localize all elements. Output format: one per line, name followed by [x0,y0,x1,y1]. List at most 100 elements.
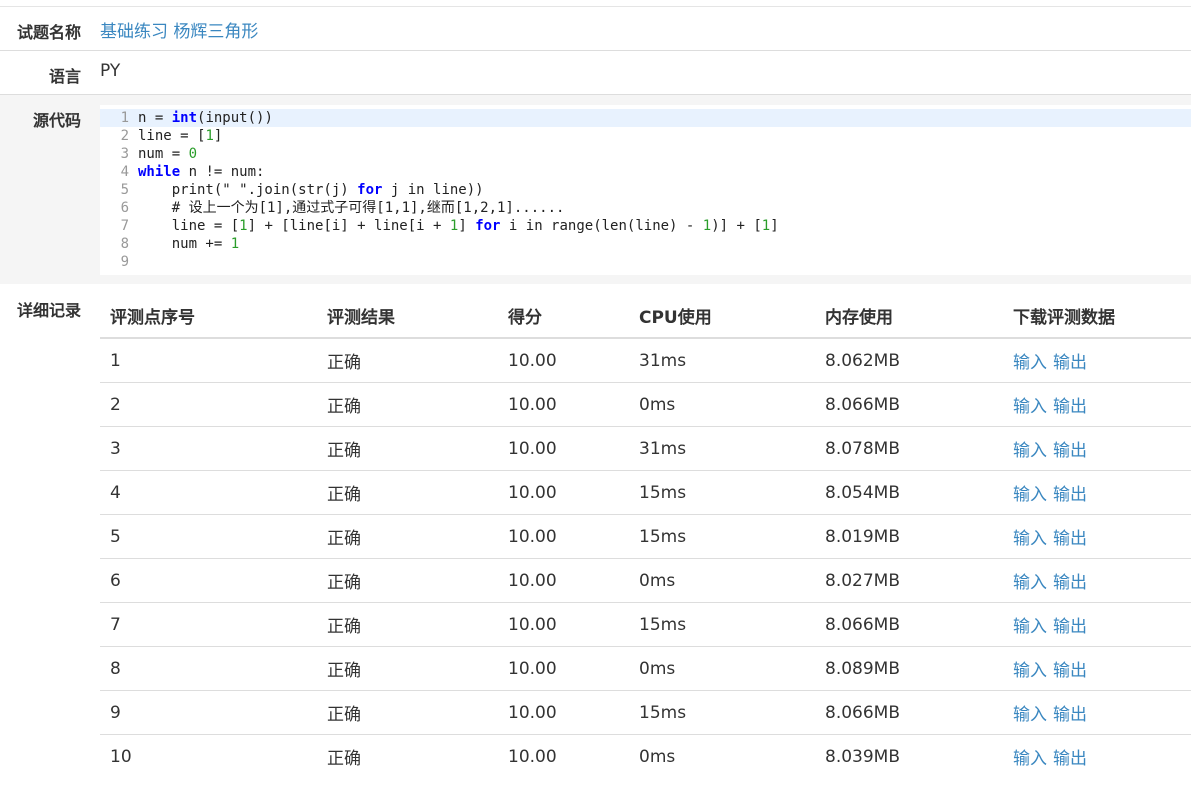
download-cell: 输入 输出 [1003,382,1191,427]
table-row: 7 正确 10.00 15ms 8.066MB 输入 输出 [100,602,1191,647]
download-cell: 输入 输出 [1003,514,1191,559]
code-text: num = 0 [138,145,197,163]
case-number-cell: 3 [100,426,317,471]
code-line: 3 num = 0 [100,145,1191,163]
result-cell: 正确 [317,338,498,383]
result-cell: 正确 [327,749,361,769]
language-row: 语言 PY [0,51,1191,94]
code-text: line = [1] + [line[i] + line[i + 1] for … [138,217,779,235]
download-output-link[interactable]: 输出 [1053,749,1087,769]
code-line: 4 while n != num: [100,163,1191,181]
download-cell: 输入 输出 [1003,646,1191,691]
download-cell: 输入 输出 [1003,602,1191,647]
code-token: )] + [ [711,218,762,234]
code-line: 6 # 设上一个为[1],通过式子可得[1,1],继而[1,2,1]...... [100,199,1191,217]
table-row: 5 正确 10.00 15ms 8.019MB 输入 输出 [100,514,1191,559]
result-cell: 正确 [317,646,498,691]
result-cell: 正确 [317,690,498,735]
memory-cell: 8.066MB [815,690,1003,735]
header-memory: 内存使用 [815,294,1003,339]
case-number-cell: 7 [100,602,317,647]
code-token: ] [770,218,779,234]
download-input-link[interactable]: 输入 [1013,705,1047,725]
table-row: 4 正确 10.00 15ms 8.054MB 输入 输出 [100,470,1191,515]
table-header-row: 评测点序号 评测结果 得分 CPU使用 内存使用 下载评测数据 [100,294,1191,339]
download-input-link[interactable]: 输入 [1013,397,1047,417]
download-output-link[interactable]: 输出 [1053,705,1087,725]
result-cell: 正确 [317,558,498,603]
code-text: while n != num: [138,163,264,181]
case-number-cell: 6 [100,558,317,603]
code-token: n != num: [180,164,265,180]
score-cell: 10.00 [498,470,629,515]
code-token: ] [458,218,476,234]
download-output-link[interactable]: 输出 [1053,529,1087,549]
download-output-link[interactable]: 输出 [1053,617,1087,637]
line-number: 4 [120,164,129,180]
download-input-link[interactable]: 输入 [1013,617,1047,637]
cpu-cell: 15ms [629,470,815,515]
download-input-link[interactable]: 输入 [1013,661,1047,681]
score-cell: 10.00 [498,382,629,427]
code-token: n = [138,110,172,126]
case-number-cell: 8 [100,646,317,691]
table-row: 6 正确 10.00 0ms 8.027MB 输入 输出 [100,558,1191,603]
code-number: 1 [230,236,240,252]
score-cell: 10.00 [498,646,629,691]
code-keyword: for [475,218,501,234]
code-text: n = int(input()) [138,109,273,127]
table-row: 9 正确 10.00 15ms 8.066MB 输入 输出 [100,690,1191,735]
download-output-link[interactable]: 输出 [1053,441,1087,461]
line-number: 5 [120,182,129,198]
code-text: num += 1 [138,235,239,253]
download-input-link[interactable]: 输入 [1013,353,1047,373]
cpu-cell: 31ms [629,338,815,383]
results-table: 评测点序号 评测结果 得分 CPU使用 内存使用 下载评测数据 1 正确 10.00… [100,294,1191,778]
line-number: 3 [120,146,129,162]
download-cell: 输入 输出 [1003,338,1191,383]
code-text: # 设上一个为[1],通过式子可得[1,1],继而[1,2,1]...... [138,199,565,217]
result-cell: 正确 [317,470,498,515]
code-number: 1 [702,218,712,234]
code-token: i in range(len(line) - [500,218,703,234]
code-line: 9 [100,253,1191,271]
download-output-link[interactable]: 输出 [1053,397,1087,417]
table-row: 1 正确 10.00 31ms 8.062MB 输入 输出 [100,338,1191,383]
download-input-link[interactable]: 输入 [1013,441,1047,461]
problem-row: 试题名称 基础练习 杨辉三角形 [0,7,1191,50]
result-cell: 正确 [317,382,498,427]
download-input-link[interactable]: 输入 [1013,485,1047,505]
download-output-link[interactable]: 输出 [1053,353,1087,373]
download-output-link[interactable]: 输出 [1053,485,1087,505]
code-line: 7 line = [1] + [line[i] + line[i + 1] fo… [100,217,1191,235]
memory-cell: 8.089MB [815,646,1003,691]
result-cell: 正确 [317,426,498,471]
table-row: 10 正确 10.00 0ms 8.039MB 输入 输出 [100,735,1191,779]
header-cpu: CPU使用 [629,294,815,339]
memory-cell: 8.066MB [815,382,1003,427]
code-editor[interactable]: 1n = int(input()) 2 line = [1] 3 num = 0 4 whi… [100,105,1191,275]
memory-cell: 8.062MB [815,338,1003,383]
problem-link[interactable]: 基础练习 杨辉三角形 [100,17,258,42]
table-row: 3 正确 10.00 31ms 8.078MB 输入 输出 [100,426,1191,471]
download-output-link[interactable]: 输出 [1053,661,1087,681]
code-token: ] [213,128,223,144]
code-line: 1 n = int(input()) [100,109,1191,127]
line-number: 7 [120,218,129,234]
header-result: 评测结果 [317,294,498,339]
download-input-link[interactable]: 输入 [1013,529,1047,549]
case-number-cell: 1 [100,338,317,383]
case-number-cell: 9 [100,690,317,735]
download-output-link[interactable]: 输出 [1053,573,1087,593]
code-token: (input()) [197,110,273,126]
score-cell: 10.00 [498,338,629,383]
code-text: line = [1] [138,127,222,145]
cpu-cell: 15ms [629,690,815,735]
memory-cell: 8.039MB [825,746,900,767]
code-token: ] + [line[i] + line[i + [247,218,450,234]
line-number: 9 [120,254,129,270]
download-cell: 输入 输出 [1003,690,1191,735]
code-line: 2 line = [1] [100,127,1191,145]
download-input-link[interactable]: 输入 [1013,749,1047,769]
download-input-link[interactable]: 输入 [1013,573,1047,593]
